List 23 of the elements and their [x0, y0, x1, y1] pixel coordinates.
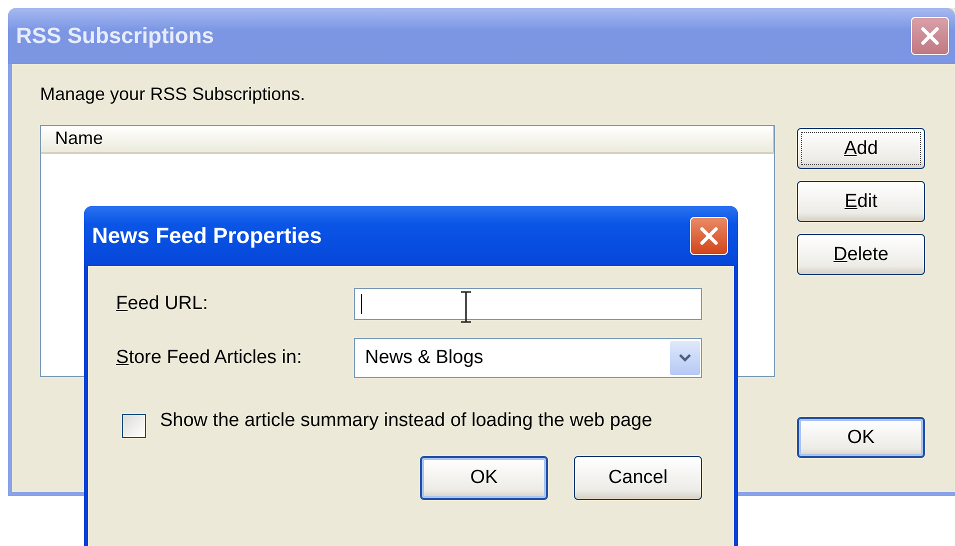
chevron-down-icon — [678, 353, 692, 363]
close-button[interactable] — [911, 17, 949, 55]
instruction-text: Manage your RSS Subscriptions. — [40, 84, 306, 105]
dialog-close-button[interactable] — [690, 217, 728, 255]
column-header[interactable]: Name — [41, 126, 774, 152]
checkbox-label: Show the article summary instead of loading the web page — [160, 409, 654, 433]
window-title: RSS Subscriptions — [16, 23, 214, 49]
action-button[interactable]: Add — [797, 128, 925, 169]
action-button[interactable]: Edit — [797, 181, 925, 222]
field-label: Feed URL: — [116, 293, 209, 315]
checkbox[interactable] — [122, 414, 146, 438]
action-button[interactable]: Delete — [797, 234, 925, 275]
field-label: Store Feed Articles in: — [116, 347, 303, 369]
dialog-button[interactable]: OK — [420, 456, 548, 500]
close-icon — [698, 225, 720, 247]
close-icon — [919, 25, 941, 47]
dialog-button[interactable]: Cancel — [574, 456, 702, 500]
feed-url-field[interactable] — [354, 288, 702, 320]
ok-button[interactable]: OK — [797, 417, 925, 458]
text-cursor-icon — [459, 291, 473, 323]
dialog-title: News Feed Properties — [92, 223, 322, 249]
dropdown-button[interactable] — [670, 341, 700, 375]
folder-dropdown[interactable]: News & Blogs — [354, 338, 702, 378]
